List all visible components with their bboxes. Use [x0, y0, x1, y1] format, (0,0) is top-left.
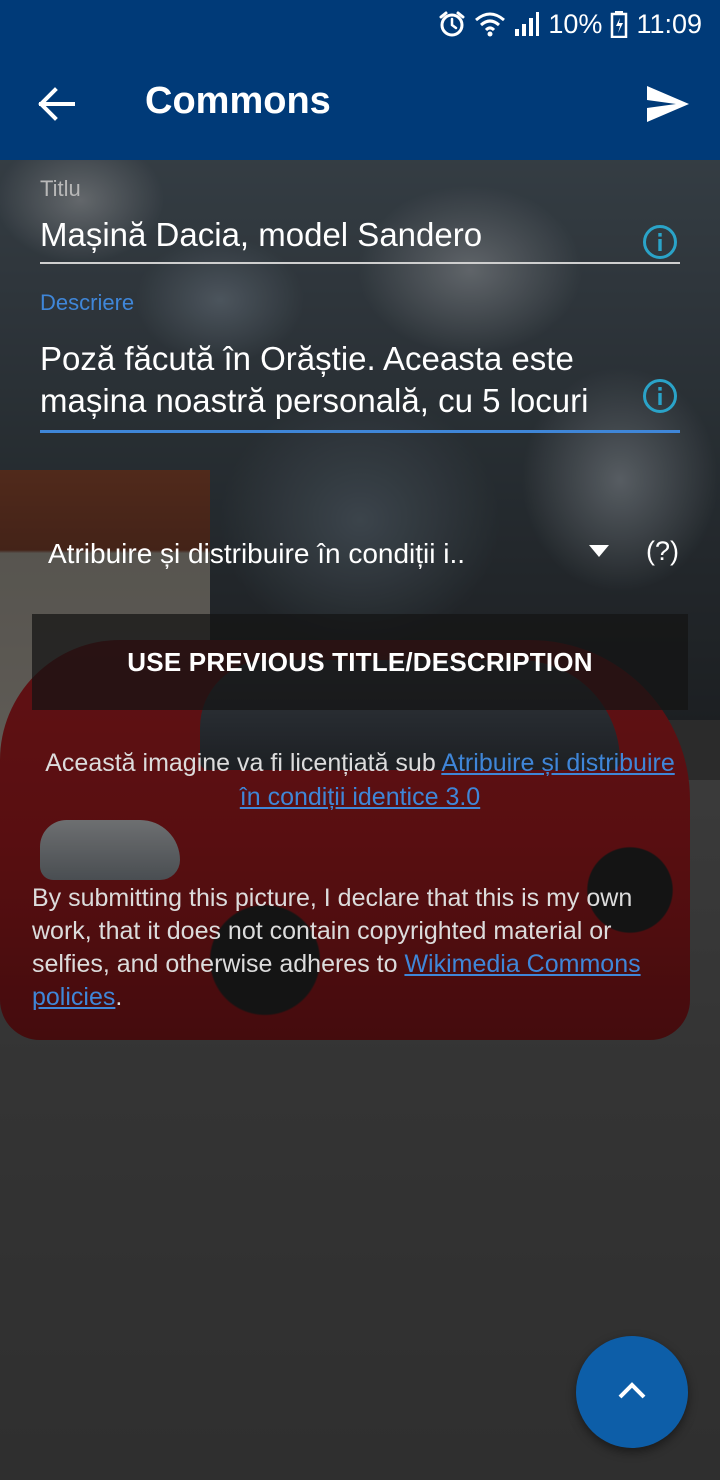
battery-icon [610, 10, 628, 38]
description-label: Descriere [40, 290, 135, 315]
status-bar: 10% 11:09 [0, 0, 720, 48]
send-button[interactable] [636, 74, 700, 138]
alarm-icon [438, 10, 466, 38]
info-icon [642, 378, 678, 419]
license-selected: Atribuire și distribuire în condiții i.. [48, 538, 466, 569]
back-button[interactable] [24, 74, 88, 138]
app-title: Commons [145, 80, 331, 122]
title-field[interactable]: Titlu Mașină Dacia, model Sandero [40, 176, 680, 264]
chevron-up-icon [617, 1380, 647, 1405]
clock: 11:09 [636, 8, 702, 39]
license-row: Atribuire și distribuire în condiții i..… [48, 530, 688, 578]
license-note: Această imagine va fi licențiată sub Atr… [40, 746, 680, 814]
scroll-up-button[interactable] [576, 1336, 688, 1448]
title-label: Titlu [40, 176, 81, 201]
license-help-button[interactable]: (?) [646, 536, 679, 567]
license-note-text: Această imagine va fi licențiată sub [45, 749, 442, 777]
wifi-icon [474, 10, 506, 38]
send-icon [646, 85, 690, 128]
toolbar: Commons [0, 52, 720, 160]
battery-percent: 10% [548, 8, 603, 39]
signal-icon [514, 11, 540, 37]
license-dropdown[interactable]: Atribuire și distribuire în condiții i.. [48, 530, 618, 578]
info-icon [642, 224, 678, 265]
arrow-back-icon [37, 86, 75, 126]
description-underline [40, 430, 680, 433]
app-bar: 10% 11:09 Commons [0, 0, 720, 160]
title-underline [40, 262, 680, 264]
declaration: By submitting this picture, I declare th… [32, 882, 682, 1014]
description-info-button[interactable] [640, 378, 680, 418]
declaration-suffix: . [115, 983, 123, 1011]
use-previous-button[interactable]: USE PREVIOUS TITLE/DESCRIPTION [32, 614, 688, 710]
description-field[interactable]: Descriere Poză făcută în Orăștie. Aceast… [40, 290, 680, 433]
dropdown-arrow-icon [588, 544, 610, 563]
title-info-button[interactable] [640, 224, 680, 264]
description-input[interactable]: Poză făcută în Orăștie. Aceasta este maș… [40, 338, 680, 422]
title-input[interactable]: Mașină Dacia, model Sandero [40, 214, 680, 256]
